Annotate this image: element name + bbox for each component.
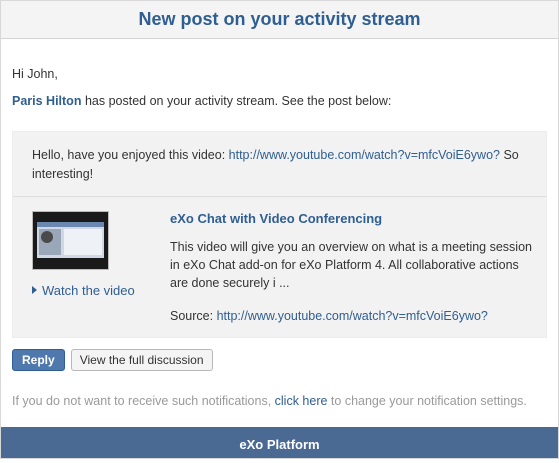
notification-settings-note: If you do not want to receive such notif… — [12, 394, 547, 408]
video-details: eXo Chat with Video Conferencing This vi… — [150, 211, 546, 323]
view-discussion-button[interactable]: View the full discussion — [70, 349, 213, 371]
footer-note-suffix: to change your notification settings. — [327, 394, 527, 408]
video-description: This video will give you an overview on … — [170, 240, 532, 290]
video-source-link[interactable]: http://www.youtube.com/watch?v=mfcVoiE6y… — [217, 309, 488, 323]
reply-button[interactable]: Reply — [12, 349, 65, 371]
click-here-link[interactable]: click here — [275, 394, 328, 408]
author-link[interactable]: Paris Hilton — [12, 94, 81, 108]
video-source: Source: http://www.youtube.com/watch?v=m… — [170, 309, 532, 323]
email-title: New post on your activity stream — [138, 9, 421, 29]
video-title[interactable]: eXo Chat with Video Conferencing — [170, 211, 532, 226]
video-thumb-column: Watch the video — [32, 211, 150, 323]
post-message-prefix: Hello, have you enjoyed this video: — [32, 148, 229, 162]
post-message: Hello, have you enjoyed this video: http… — [13, 132, 546, 197]
email-notification: New post on your activity stream Hi John… — [0, 0, 559, 459]
post-message-link[interactable]: http://www.youtube.com/watch?v=mfcVoiE6y… — [229, 148, 500, 162]
greeting: Hi John, — [12, 67, 58, 81]
email-footer: eXo Platform — [1, 427, 558, 458]
video-thumbnail[interactable] — [32, 211, 109, 270]
post-card: Hello, have you enjoyed this video: http… — [12, 131, 547, 338]
footer-brand: eXo Platform — [239, 437, 320, 452]
footer-note-prefix: If you do not want to receive such notif… — [12, 394, 275, 408]
video-embed: Watch the video eXo Chat with Video Conf… — [13, 197, 546, 337]
play-triangle-icon — [32, 286, 37, 294]
watch-video-label: Watch the video — [42, 283, 135, 298]
video-source-label: Source: — [170, 309, 217, 323]
email-body: Hi John, Paris Hilton has posted on your… — [1, 67, 558, 408]
intro-line: Paris Hilton has posted on your activity… — [12, 94, 547, 108]
intro-text: has posted on your activity stream. See … — [81, 94, 392, 108]
action-buttons: Reply View the full discussion — [12, 349, 547, 371]
email-header: New post on your activity stream — [1, 1, 558, 39]
watch-video-link[interactable]: Watch the video — [32, 283, 150, 298]
